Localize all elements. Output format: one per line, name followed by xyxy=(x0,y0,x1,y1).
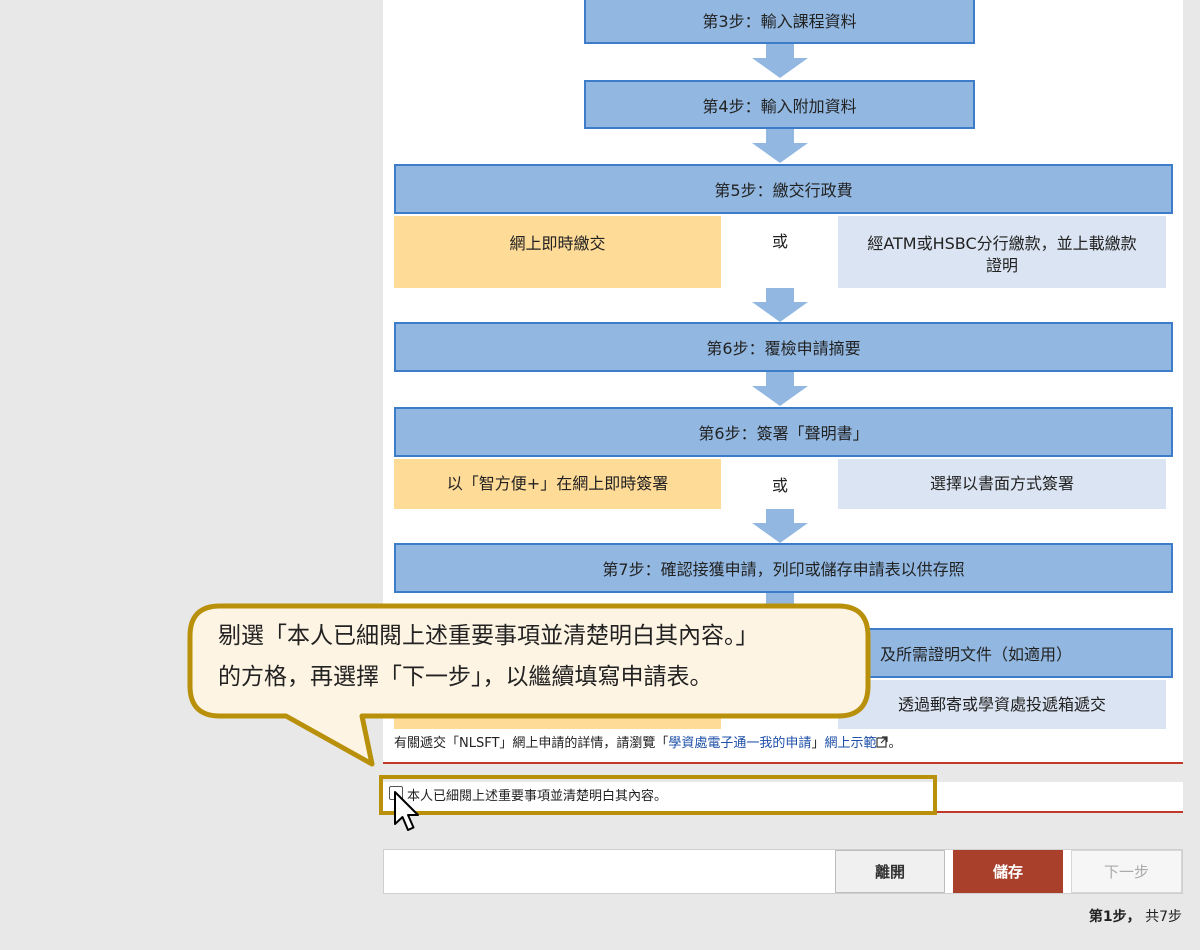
mouse-pointer-icon xyxy=(394,791,419,831)
info-middle: 」 xyxy=(811,736,825,751)
flow-step-5: 第5步：繳交行政費 xyxy=(394,164,1173,214)
my-application-link[interactable]: 學資處電子通一我的申請 xyxy=(668,736,811,751)
step-6-option-paper-label: 選擇以書面方式簽署 xyxy=(929,474,1074,493)
flow-arrow-down-icon xyxy=(752,372,808,406)
step-8-option-post-label: 透過郵寄或學資處投遞箱遞交 xyxy=(897,694,1106,714)
step-separator: ， xyxy=(1126,909,1141,925)
info-line: 有關遞交「NLSFT」網上申請的詳情，請瀏覽「學資處電子通一我的申請」網上示範。 xyxy=(394,732,901,751)
current-step: 第1步 xyxy=(1088,909,1127,925)
flow-arrow-down-icon xyxy=(752,509,808,543)
next-step-button[interactable]: 下一步 xyxy=(1071,850,1182,893)
step-5-option-atm-line1: 經ATM或HSBC分行繳款，並上載繳款 xyxy=(867,234,1137,253)
step-progress: 第1步， 共7步 xyxy=(1089,906,1182,926)
step-6-option-iamsmart-label: 以「智方便+」在網上即時簽署 xyxy=(446,474,669,493)
flow-step-8-label: 及所需證明文件（如適用） xyxy=(880,645,1073,664)
flow-step-3-label: 第3步：輸入課程資料 xyxy=(702,12,857,31)
flow-step-4-label: 第4步：輸入附加資料 xyxy=(702,96,857,116)
save-button[interactable]: 儲存 xyxy=(953,850,1063,893)
section-divider xyxy=(383,762,1183,764)
flow-step-6-sign-label: 第6步：簽署「聲明書」 xyxy=(698,424,869,443)
online-demo-link[interactable]: 網上示範 xyxy=(824,736,889,751)
step-5-option-atm-line2: 證明 xyxy=(985,256,1018,275)
flow-step-6-sign: 第6步：簽署「聲明書」 xyxy=(394,407,1173,457)
leave-button[interactable]: 離開 xyxy=(835,850,945,893)
step-6-option-iamsmart: 以「智方便+」在網上即時簽署 xyxy=(394,459,721,509)
action-bar xyxy=(383,849,1183,894)
instruction-line-1: 剔選「本人已細閱上述重要事項並清楚明白其內容。」 xyxy=(218,623,759,649)
step-5-or: 或 xyxy=(771,232,788,251)
declaration-highlight xyxy=(379,775,937,815)
flow-step-4: 第4步：輸入附加資料 xyxy=(584,80,975,129)
flow-step-6-review-label: 第6步：覆檢申請摘要 xyxy=(706,339,861,358)
step-6-or: 或 xyxy=(771,476,788,495)
step-5-option-online-label: 網上即時繳交 xyxy=(509,234,606,253)
flow-step-3: 第3步：輸入課程資料 xyxy=(584,0,975,44)
flow-arrow-down-icon xyxy=(752,129,808,163)
step-5-option-online: 網上即時繳交 xyxy=(394,216,721,288)
instruction-callout-text: 剔選「本人已細閱上述重要事項並清楚明白其內容。」 的方格，再選擇「下一步」，以繼… xyxy=(218,616,858,698)
flow-step-5-label: 第5步：繳交行政費 xyxy=(714,181,853,200)
flow-arrow-down-icon xyxy=(752,44,808,78)
info-prefix: 有關遞交「NLSFT」網上申請的詳情，請瀏覽「 xyxy=(394,736,669,751)
step-8-option-post: 透過郵寄或學資處投遞箱遞交 xyxy=(838,680,1166,729)
total-steps: 共7步 xyxy=(1145,909,1182,925)
flow-arrow-down-icon xyxy=(752,288,808,322)
flow-step-7-label: 第7步：確認接獲申請，列印或儲存申請表以供存照 xyxy=(602,560,965,579)
flow-step-7: 第7步：確認接獲申請，列印或儲存申請表以供存照 xyxy=(394,543,1173,593)
step-6-option-paper: 選擇以書面方式簽署 xyxy=(838,459,1166,509)
flow-step-6-review: 第6步：覆檢申請摘要 xyxy=(394,322,1173,372)
external-link-icon xyxy=(876,736,889,748)
online-demo-link-label: 網上示範 xyxy=(824,736,877,751)
step-5-option-atm: 經ATM或HSBC分行繳款，並上載繳款 證明 xyxy=(838,216,1166,288)
info-suffix: 。 xyxy=(888,736,902,751)
instruction-line-2: 的方格，再選擇「下一步」，以繼續填寫申請表。 xyxy=(218,664,713,690)
